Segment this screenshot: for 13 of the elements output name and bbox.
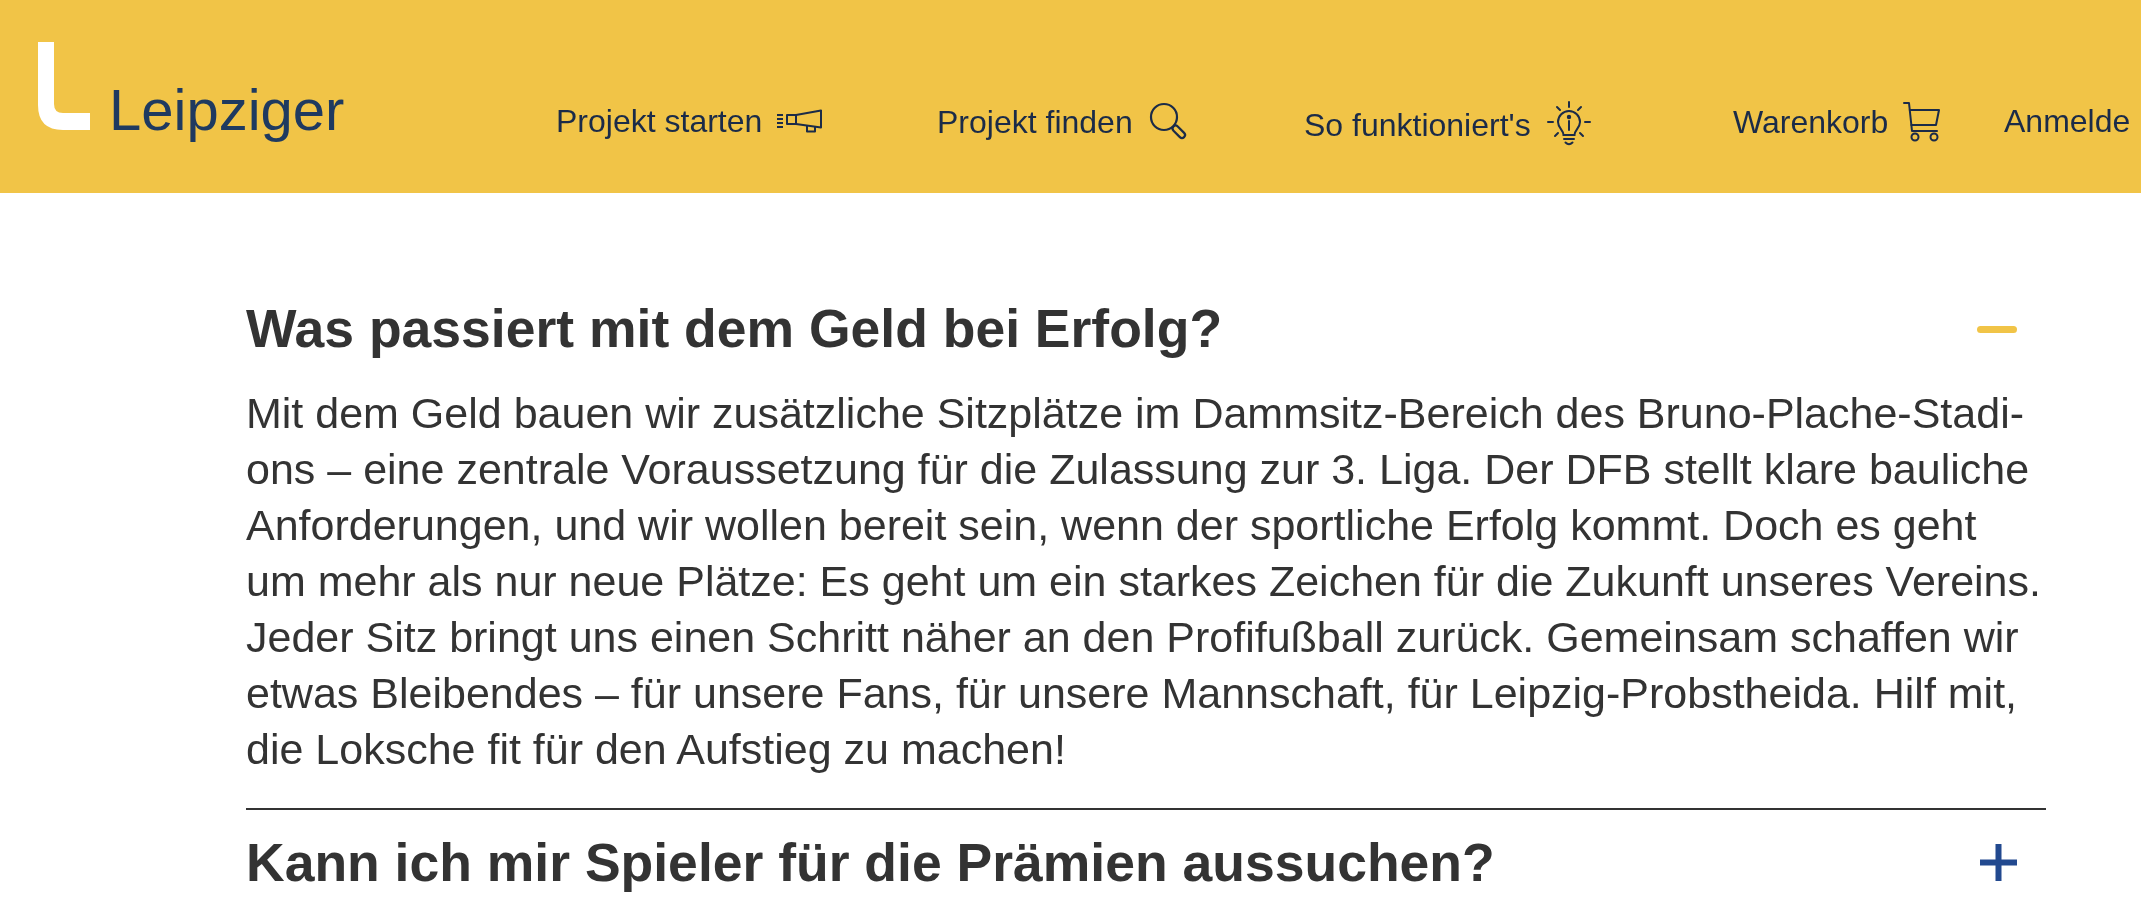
faq-answer: Mit dem Geld bauen wir zusätzliche Sitzplätze im Dammsitz-Bereich des Bruno-Plache-Stadi- ons – eine zentrale Voraussetzung für die Zulassung zur 3. Liga. Der DFB stellt klare bauliche Anforderungen, und wir wollen bereit sein, wenn der sportliche Erfolg kommt. Doch es geht um mehr als nur neue Plätze: Es geht um ein starkes Zeichen für die Zukunft unseres Vereins. Jeder Sitz bringt uns einen Schritt näher an den Profifußball zurück. Gemeinsam schaffen wir etwas Bleibendes – für unsere Fans, für unsere Mannschaft, für Leipzig-Probstheida. Hilf mit, die Loksche fit für den Aufstieg zu machen!	[246, 388, 2041, 775]
search-icon	[1147, 101, 1189, 142]
nav-link[interactable]: Projekt starten	[556, 101, 824, 141]
nav-link[interactable]: Projekt finden	[937, 101, 1189, 142]
nav-link[interactable]: Anmelde	[2004, 101, 2131, 141]
faq-question[interactable]: Kann ich mir Spieler für die Prämien aussuchen?	[246, 836, 1495, 890]
cart-icon	[1903, 101, 1942, 142]
megaphone-icon	[777, 109, 824, 133]
nav-link[interactable]: Warenkorb	[1733, 101, 1942, 142]
nav-link[interactable]: So funktioniert's	[1304, 101, 1592, 149]
logo-mark-icon	[38, 42, 90, 130]
plus-icon[interactable]	[1980, 844, 2017, 882]
faq-question[interactable]: Was passiert mit dem Geld bei Erfolg?	[246, 297, 1223, 361]
